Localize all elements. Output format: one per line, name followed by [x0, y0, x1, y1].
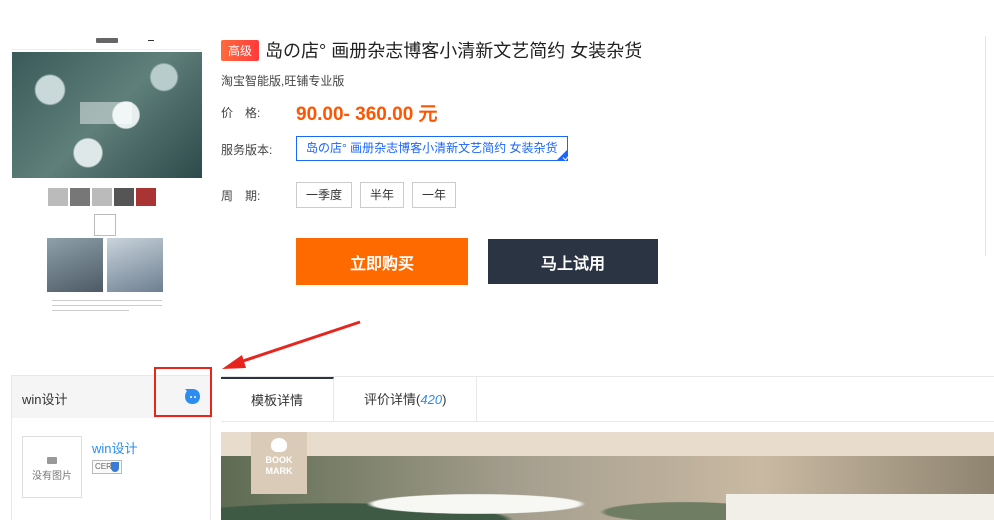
no-image-label: 没有图片: [32, 471, 72, 482]
buy-now-button[interactable]: 立即购买: [296, 238, 468, 285]
period-option-quarter[interactable]: 一季度: [296, 182, 353, 208]
product-title-row: 高级 岛の店° 画册杂志博客小清新文艺简约 女装杂货: [221, 37, 642, 63]
annotation-highlight-box: [154, 367, 212, 417]
bookmark-line2: MARK: [265, 466, 293, 476]
preview-minicard: [94, 214, 116, 236]
preview-model-photos: [47, 238, 163, 292]
detail-banner-image: BOOK MARK: [221, 432, 994, 520]
preview-topbar: [12, 36, 202, 50]
camera-icon: [47, 457, 57, 464]
service-option-label: 岛の店° 画册杂志博客小清新文艺简约 女装杂货: [306, 141, 558, 155]
tab-template-details[interactable]: 模板详情: [221, 377, 335, 421]
bookmark-line1: BOOK: [265, 455, 293, 465]
preview-text-lines: [52, 300, 162, 315]
period-option-year[interactable]: 一年: [412, 182, 457, 208]
selected-check-icon: [557, 150, 567, 160]
shop-avatar-placeholder: 没有图片: [22, 436, 82, 498]
period-options: 一季度 半年 一年: [296, 182, 457, 208]
period-label: 周 期:: [221, 189, 261, 203]
template-preview-image[interactable]: [12, 36, 202, 311]
certification-badge: CERT: [92, 460, 122, 474]
level-badge: 高级: [221, 39, 260, 61]
heart-icon: [271, 438, 287, 452]
tab-label: 评价详情: [364, 392, 417, 407]
review-count: 420: [420, 392, 443, 407]
product-subtitle: 淘宝智能版,旺铺专业版: [221, 74, 345, 88]
tab-label: 模板详情: [251, 393, 304, 408]
preview-hero-photo: [12, 52, 202, 178]
shield-icon: [111, 462, 119, 472]
shop-body: 没有图片 win设计 CERT: [12, 418, 210, 518]
shop-name: win设计: [22, 392, 68, 407]
try-now-button[interactable]: 马上试用: [488, 239, 658, 284]
price-label: 价 格:: [221, 106, 261, 120]
divider: [985, 36, 986, 256]
service-label: 服务版本:: [221, 143, 273, 157]
shop-link[interactable]: win设计: [92, 438, 138, 457]
annotation-arrow-icon: [222, 320, 361, 369]
tab-reviews[interactable]: 评价详情(420): [334, 377, 478, 421]
detail-tabs: 模板详情 评价详情(420): [221, 376, 994, 422]
period-option-half-year[interactable]: 半年: [360, 182, 405, 208]
bookmark-tag: BOOK MARK: [251, 432, 307, 494]
banner-card: [726, 494, 994, 520]
preview-thumbnails: [48, 188, 156, 206]
price-value: 90.00- 360.00 元: [296, 104, 438, 125]
product-title: 岛の店° 画册杂志博客小清新文艺简约 女装杂货: [265, 41, 643, 61]
service-option-selected[interactable]: 岛の店° 画册杂志博客小清新文艺简约 女装杂货: [296, 136, 568, 161]
